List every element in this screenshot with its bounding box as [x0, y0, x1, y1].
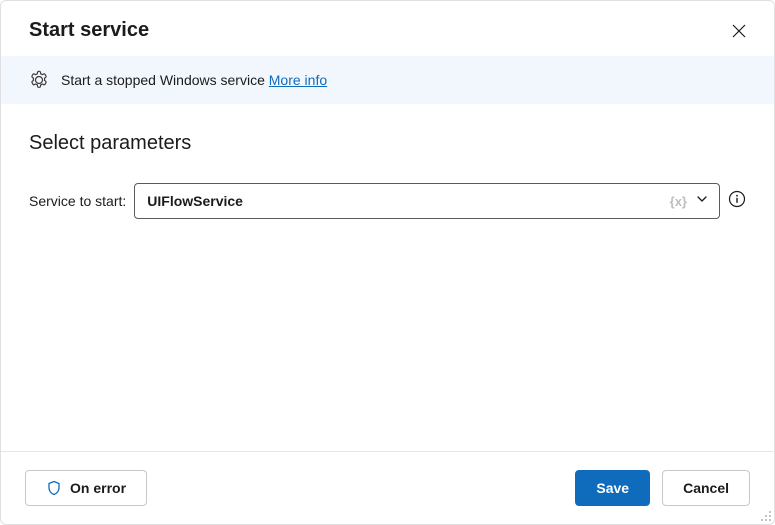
section-heading: Select parameters — [29, 132, 746, 155]
dialog-title: Start service — [29, 19, 149, 42]
footer-actions: Save Cancel — [575, 470, 750, 506]
start-service-dialog: Start service Start a stopped Windows se… — [0, 0, 775, 525]
cancel-label: Cancel — [683, 480, 729, 496]
dialog-body: Select parameters Service to start: {x} — [1, 104, 774, 451]
banner-description: Start a stopped Windows service — [61, 72, 269, 88]
service-input[interactable] — [147, 193, 669, 209]
variable-icon[interactable]: {x} — [670, 194, 687, 209]
dialog-header: Start service — [1, 1, 774, 56]
field-label: Service to start: — [29, 193, 126, 209]
dialog-footer: On error Save Cancel — [1, 451, 774, 524]
info-banner: Start a stopped Windows service More inf… — [1, 56, 774, 104]
resize-handle-icon[interactable] — [760, 510, 772, 522]
shield-icon — [46, 480, 62, 496]
close-button[interactable] — [728, 20, 750, 42]
info-icon[interactable] — [728, 190, 746, 213]
more-info-link[interactable]: More info — [269, 72, 327, 88]
gear-icon — [29, 70, 49, 90]
on-error-label: On error — [70, 480, 126, 496]
on-error-button[interactable]: On error — [25, 470, 147, 506]
banner-text: Start a stopped Windows service More inf… — [61, 72, 327, 88]
service-combobox[interactable]: {x} — [134, 183, 720, 219]
save-button[interactable]: Save — [575, 470, 650, 506]
service-to-start-field: Service to start: {x} — [29, 183, 746, 219]
save-label: Save — [596, 480, 629, 496]
close-icon — [732, 24, 746, 38]
cancel-button[interactable]: Cancel — [662, 470, 750, 506]
chevron-down-icon[interactable] — [693, 190, 711, 213]
